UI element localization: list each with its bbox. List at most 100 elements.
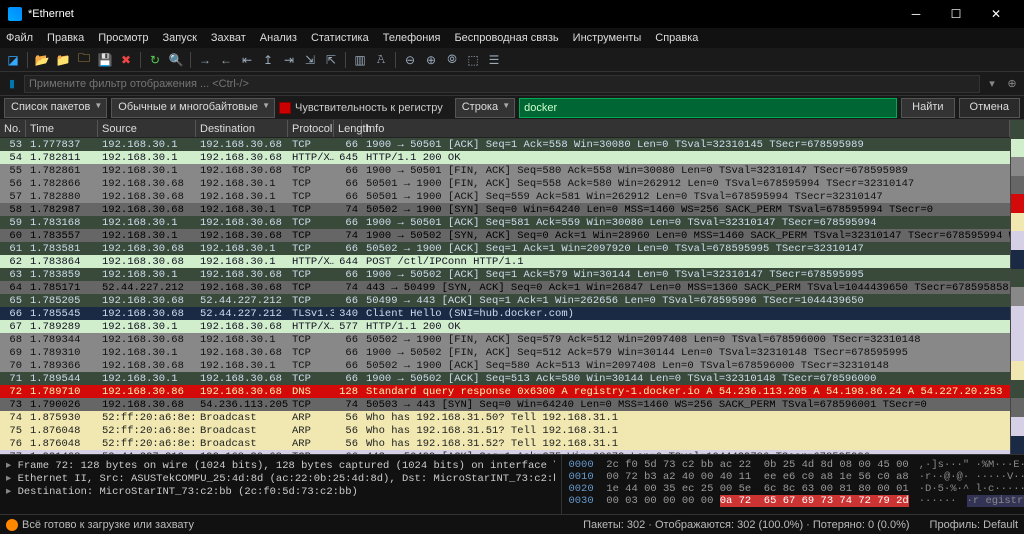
menu-Анализ[interactable]: Анализ bbox=[260, 32, 297, 44]
folder-open-orange-icon[interactable]: 📁 bbox=[54, 51, 72, 69]
packet-row[interactable]: 581.782987192.168.30.68192.168.30.1TCP74… bbox=[0, 203, 1010, 216]
packet-row[interactable]: 691.789310192.168.30.1192.168.30.68TCP66… bbox=[0, 346, 1010, 359]
goto-first-icon[interactable]: ⇱ bbox=[322, 51, 340, 69]
menu-Просмотр[interactable]: Просмотр bbox=[98, 32, 148, 44]
packet-row[interactable]: 741.87593052:ff:20:a6:8e:ffBroadcastARP5… bbox=[0, 411, 1010, 424]
packet-row[interactable]: 551.782861192.168.30.1192.168.30.68TCP66… bbox=[0, 164, 1010, 177]
packet-row[interactable]: 601.783557192.168.30.1192.168.30.68TCP74… bbox=[0, 229, 1010, 242]
search-encoding-combo[interactable]: Обычные и многобайтовые bbox=[111, 98, 275, 118]
arrow-up-icon[interactable]: ↥ bbox=[259, 51, 277, 69]
hex-line[interactable]: 0000 2c f0 5d 73 c2 bb ac 22 0b 25 4d 8d… bbox=[568, 459, 1018, 471]
menu-Справка[interactable]: Справка bbox=[655, 32, 698, 44]
col-source[interactable]: Source bbox=[98, 120, 196, 137]
save-icon[interactable]: 💾 bbox=[96, 51, 114, 69]
fin-icon[interactable]: ◪ bbox=[4, 51, 22, 69]
zoom-out-icon[interactable]: ⊖ bbox=[401, 51, 419, 69]
packet-row[interactable]: 531.777837192.168.30.1192.168.30.68TCP66… bbox=[0, 138, 1010, 151]
packet-row[interactable]: 641.78517152.44.227.212192.168.30.68TCP7… bbox=[0, 281, 1010, 294]
find-input[interactable] bbox=[519, 98, 897, 118]
packet-row[interactable]: 751.87604852:ff:20:a6:8e:ffBroadcastARP5… bbox=[0, 424, 1010, 437]
packet-row[interactable]: 681.789344192.168.30.68192.168.30.1TCP66… bbox=[0, 333, 1010, 346]
filter-dropdown-icon[interactable]: ▾ bbox=[984, 76, 1000, 92]
packet-row[interactable]: 651.785205192.168.30.6852.44.227.212TCP6… bbox=[0, 294, 1010, 307]
find-bar: Список пакетов Обычные и многобайтовые Ч… bbox=[0, 96, 1024, 120]
filter-expr-add-icon[interactable]: ⊕ bbox=[1004, 76, 1020, 92]
maximize-button[interactable]: ☐ bbox=[936, 0, 976, 28]
hex-line[interactable]: 0010 00 72 b3 a2 40 00 40 11 ee e6 c0 a8… bbox=[568, 471, 1018, 483]
menu-Беспроводная связь[interactable]: Беспроводная связь bbox=[454, 32, 558, 44]
resize-icon[interactable]: ⬚ bbox=[464, 51, 482, 69]
menu-Инструменты[interactable]: Инструменты bbox=[573, 32, 642, 44]
search-scope-combo[interactable]: Список пакетов bbox=[4, 98, 107, 118]
search-type-combo[interactable]: Строка bbox=[455, 98, 515, 118]
goto-last-icon[interactable]: ⇲ bbox=[301, 51, 319, 69]
sort-icon[interactable]: ☰ bbox=[485, 51, 503, 69]
app-icon bbox=[8, 7, 22, 21]
status-ready-text: Всё готово к загрузке или захвату bbox=[22, 519, 194, 531]
packet-row[interactable]: 671.789289192.168.30.1192.168.30.68HTTP/… bbox=[0, 320, 1010, 333]
packet-row[interactable]: 631.783859192.168.30.1192.168.30.68TCP66… bbox=[0, 268, 1010, 281]
col-no[interactable]: No. bbox=[0, 120, 26, 137]
display-filter-input[interactable] bbox=[24, 75, 980, 93]
hex-line[interactable]: 0030 00 03 00 00 00 00 0a 72 65 67 69 73… bbox=[568, 495, 1018, 507]
packet-row[interactable]: 711.789544192.168.30.1192.168.30.68TCP66… bbox=[0, 372, 1010, 385]
packet-row[interactable]: 621.783864192.168.30.68192.168.30.1HTTP/… bbox=[0, 255, 1010, 268]
menu-Запуск[interactable]: Запуск bbox=[162, 32, 196, 44]
close-button[interactable]: ✕ bbox=[976, 0, 1016, 28]
step-fwd-icon[interactable]: ⇥ bbox=[280, 51, 298, 69]
status-profile-text[interactable]: Профиль: Default bbox=[930, 519, 1018, 531]
cancel-button[interactable]: Отмена bbox=[959, 98, 1020, 118]
arrow-left-icon[interactable]: ← bbox=[217, 51, 235, 69]
folder-open-blue-icon[interactable]: 📂 bbox=[33, 51, 51, 69]
menu-bar: Файл Правка Просмотр Запуск Захват Анализ Стат… bbox=[0, 28, 1024, 48]
packet-row[interactable]: 771.92146852.44.227.212192.168.30.68TCP6… bbox=[0, 450, 1010, 454]
packet-details-pane[interactable]: ▸ Frame 72: 128 bytes on wire (1024 bits… bbox=[0, 455, 562, 514]
hex-line[interactable]: 0020 1e 44 00 35 ec 25 00 5e 6c 8c 63 00… bbox=[568, 483, 1018, 495]
window-title: *Ethernet bbox=[28, 8, 74, 20]
case-sensitive-checkbox[interactable] bbox=[279, 102, 291, 114]
step-back-icon[interactable]: ⇤ bbox=[238, 51, 256, 69]
packet-row[interactable]: 571.782880192.168.30.68192.168.30.1TCP66… bbox=[0, 190, 1010, 203]
packet-bytes-pane[interactable]: 0000 2c f0 5d 73 c2 bb ac 22 0b 25 4d 8d… bbox=[562, 455, 1024, 514]
packet-row[interactable]: 731.790026192.168.30.6854.236.113.205TCP… bbox=[0, 398, 1010, 411]
packet-row[interactable]: 661.785545192.168.30.6852.44.227.212TLSv… bbox=[0, 307, 1010, 320]
minimap-scrollbar[interactable] bbox=[1010, 120, 1024, 454]
folder-icon[interactable]: 🗀 bbox=[75, 51, 93, 69]
menu-Файл[interactable]: Файл bbox=[6, 32, 33, 44]
col-length[interactable]: Length bbox=[334, 120, 362, 137]
packet-row[interactable]: 591.783168192.168.30.1192.168.30.68TCP66… bbox=[0, 216, 1010, 229]
packet-row[interactable]: 721.789710192.168.30.86192.168.30.68DNS1… bbox=[0, 385, 1010, 398]
col-time[interactable]: Time bbox=[26, 120, 98, 137]
status-icon bbox=[6, 519, 18, 531]
find-button[interactable]: Найти bbox=[901, 98, 954, 118]
col-proto[interactable]: Protocol bbox=[288, 120, 334, 137]
zoom-in-icon[interactable]: ⊕ bbox=[422, 51, 440, 69]
filter-bookmark-icon[interactable]: ▮ bbox=[4, 76, 20, 92]
minimize-button[interactable]: ─ bbox=[896, 0, 936, 28]
reload-icon[interactable]: ↻ bbox=[146, 51, 164, 69]
packet-row[interactable]: 761.87604852:ff:20:a6:8e:ffBroadcastARP5… bbox=[0, 437, 1010, 450]
columns-icon[interactable]: ▥ bbox=[351, 51, 369, 69]
menu-Захват[interactable]: Захват bbox=[211, 32, 246, 44]
zoom-reset-icon[interactable]: ⦾ bbox=[443, 51, 461, 69]
packet-row[interactable]: 541.782811192.168.30.1192.168.30.68HTTP/… bbox=[0, 151, 1010, 164]
menu-Статистика[interactable]: Статистика bbox=[311, 32, 369, 44]
menu-Телефония[interactable]: Телефония bbox=[383, 32, 441, 44]
detail-tree-line[interactable]: ▸ Frame 72: 128 bytes on wire (1024 bits… bbox=[6, 459, 555, 472]
menu-Правка[interactable]: Правка bbox=[47, 32, 84, 44]
arrow-right-icon[interactable]: → bbox=[196, 51, 214, 69]
filter-bar: ▮ ▾ ⊕ bbox=[0, 72, 1024, 96]
packet-row[interactable]: 561.782866192.168.30.68192.168.30.1TCP66… bbox=[0, 177, 1010, 190]
packet-list[interactable]: No. Time Source Destination Protocol Len… bbox=[0, 120, 1010, 454]
packet-row[interactable]: 701.789366192.168.30.68192.168.30.1TCP66… bbox=[0, 359, 1010, 372]
col-dest[interactable]: Destination bbox=[196, 120, 288, 137]
close-x-icon[interactable]: ✖ bbox=[117, 51, 135, 69]
packet-row[interactable]: 611.783581192.168.30.68192.168.30.1TCP66… bbox=[0, 242, 1010, 255]
col-info[interactable]: Info bbox=[362, 120, 1010, 137]
packet-list-header[interactable]: No. Time Source Destination Protocol Len… bbox=[0, 120, 1010, 138]
titlebar: *Ethernet ─ ☐ ✕ bbox=[0, 0, 1024, 28]
find-icon[interactable]: 🔍 bbox=[167, 51, 185, 69]
detail-tree-line[interactable]: ▸ Destination: MicroStarINT_73:c2:bb (2c… bbox=[6, 485, 555, 498]
detail-tree-line[interactable]: ▸ Ethernet II, Src: ASUSTekCOMPU_25:4d:8… bbox=[6, 472, 555, 485]
text-size-icon[interactable]: 𝙰 bbox=[372, 51, 390, 69]
